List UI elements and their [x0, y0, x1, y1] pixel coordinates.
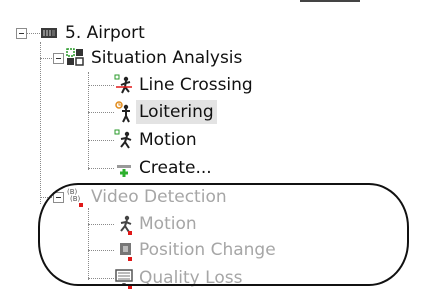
node-label: Line Crossing	[139, 75, 253, 95]
node-label: Motion	[139, 130, 197, 150]
loitering-icon	[114, 101, 134, 123]
position-change-icon	[114, 239, 134, 261]
node-label: Video Detection	[91, 187, 227, 207]
tree-line	[88, 85, 114, 86]
tree-line	[40, 42, 41, 204]
tree-line	[40, 197, 54, 198]
quality-loss-icon	[114, 267, 134, 289]
tree-line	[88, 208, 89, 280]
detection-group-icon: (B) (B)	[66, 186, 86, 208]
running-man-icon	[114, 213, 134, 235]
collapse-toggle[interactable]	[53, 192, 64, 203]
tree-line	[88, 250, 114, 251]
tree-line	[88, 140, 114, 141]
svg-text:(B): (B)	[70, 195, 81, 203]
tree-line	[40, 58, 54, 59]
node-label: 5. Airport	[65, 23, 145, 43]
node-label: Loitering	[136, 100, 217, 124]
analysis-group-icon	[66, 48, 86, 70]
window-edge	[300, 0, 360, 2]
tree-line	[88, 168, 114, 169]
line-crossing-icon	[114, 74, 134, 96]
node-label: Position Change	[139, 240, 276, 260]
tree-line	[88, 72, 89, 170]
tree-line	[88, 112, 114, 113]
tree-line	[88, 224, 114, 225]
tree-line	[27, 33, 40, 34]
add-icon	[114, 157, 134, 179]
tree-line	[88, 278, 114, 279]
node-label: Motion	[139, 214, 197, 234]
node-label: Create...	[139, 158, 212, 178]
server-icon	[40, 23, 60, 45]
collapse-toggle[interactable]	[16, 28, 27, 39]
running-man-icon	[114, 129, 134, 151]
collapse-toggle[interactable]	[53, 53, 64, 64]
node-label: Quality Loss	[139, 268, 243, 288]
node-label: Situation Analysis	[91, 48, 243, 68]
